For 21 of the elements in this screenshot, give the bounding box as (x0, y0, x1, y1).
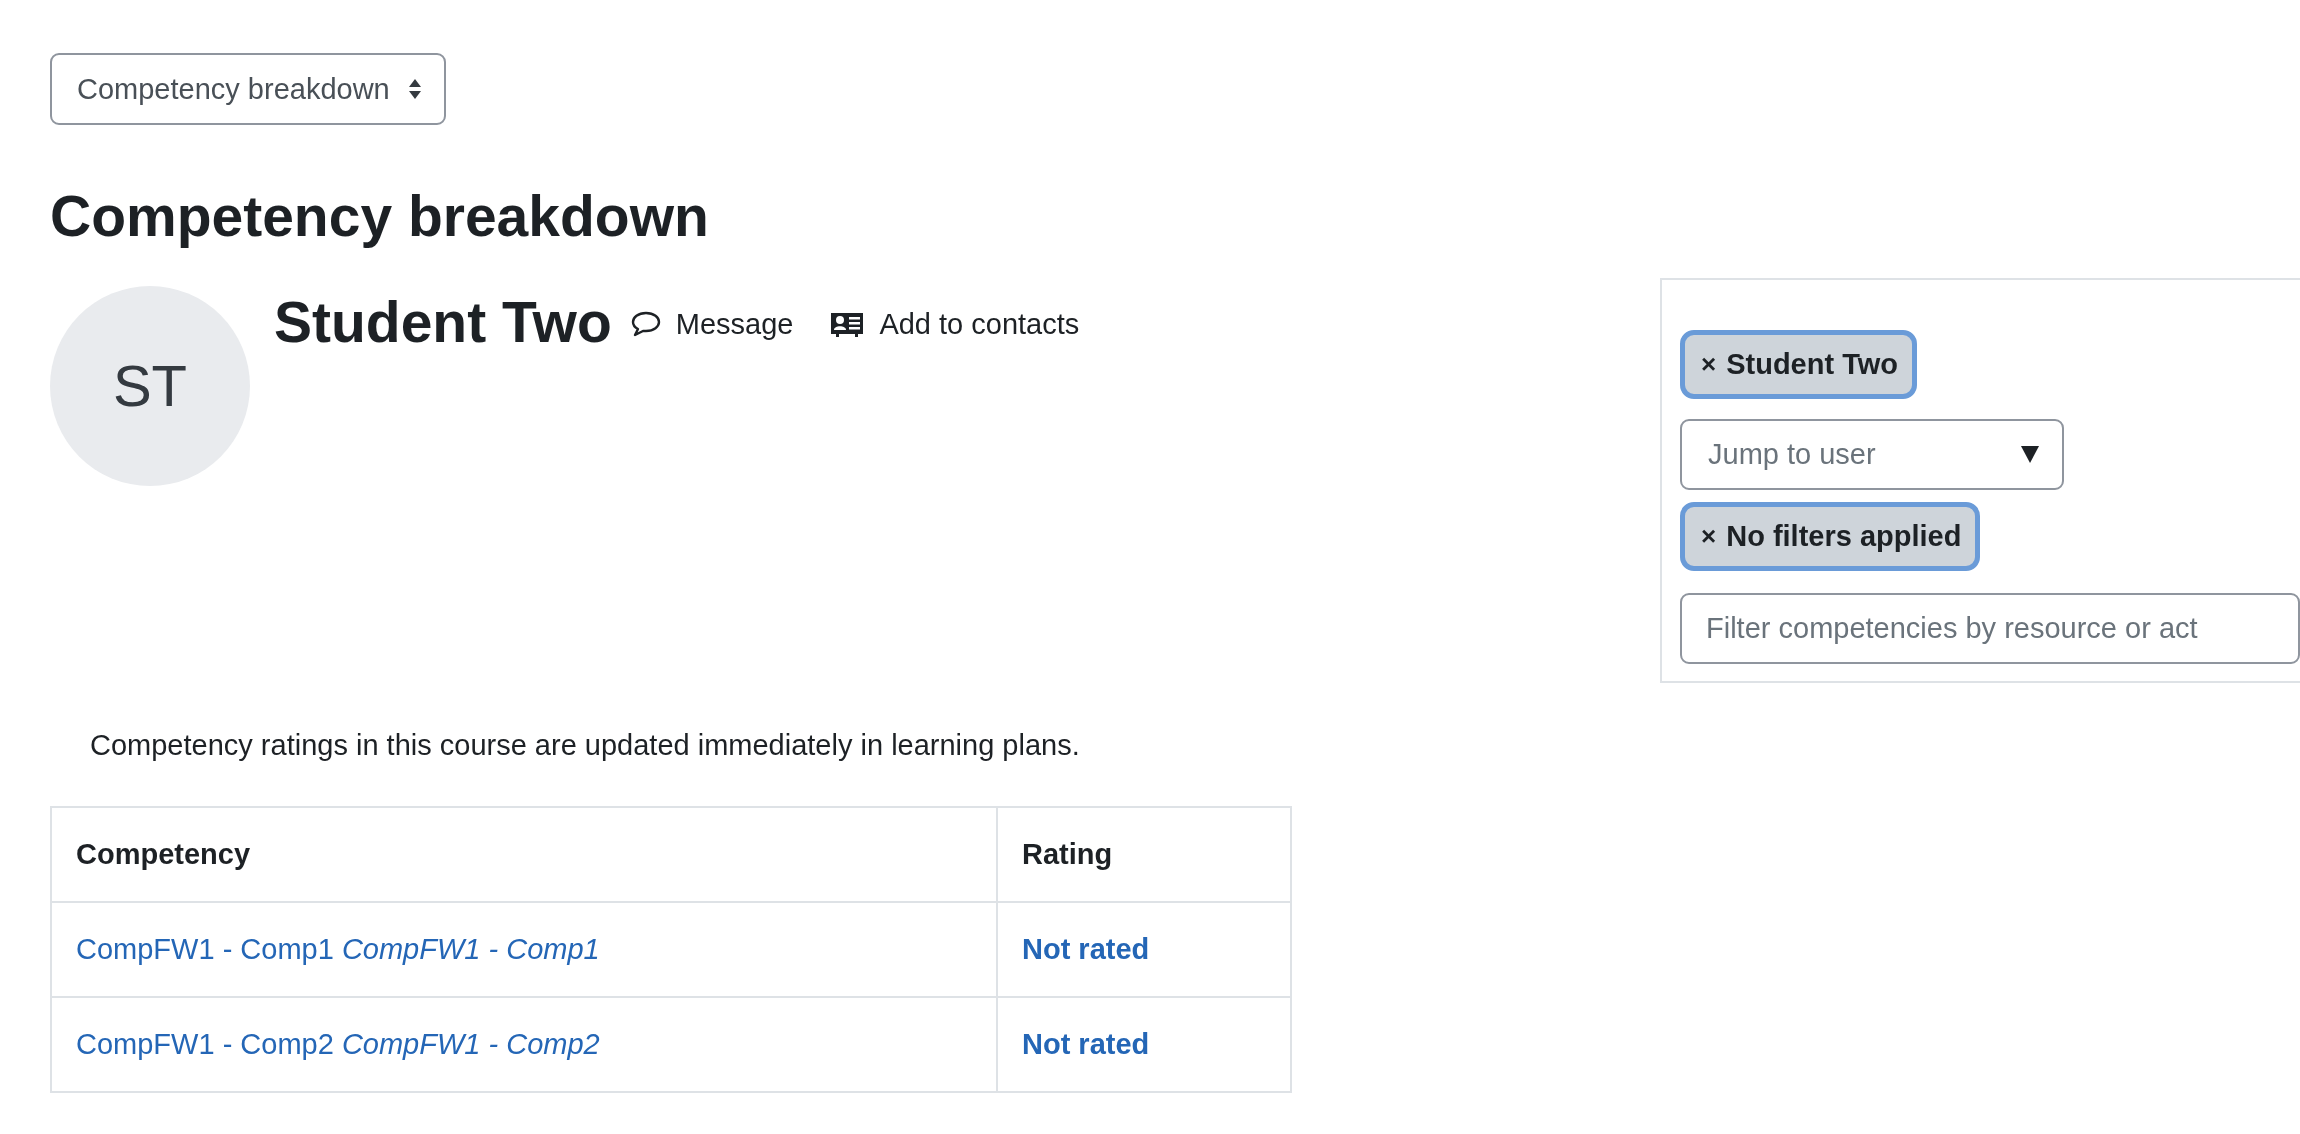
info-text: Competency ratings in this course are updated immediately in learning plans. (90, 728, 1081, 762)
report-select[interactable]: Competency breakdown (50, 53, 446, 125)
contact-card-icon (829, 310, 866, 339)
competency-link[interactable]: CompFW1 - Comp1 CompFW1 - Comp1 (76, 932, 600, 965)
rating-link[interactable]: Not rated (1022, 932, 1150, 965)
filter-chip[interactable]: × Student Two (1680, 329, 1917, 399)
page-heading: Competency breakdown (50, 185, 710, 248)
rating-link[interactable]: Not rated (1022, 1027, 1150, 1060)
caret-icon (2020, 444, 2040, 465)
column-header: Competency (51, 806, 997, 902)
filter-chip[interactable]: × No filters applied (1680, 501, 1981, 571)
user-name: Student Two (274, 293, 612, 351)
competency-link[interactable]: CompFW1 - Comp2 CompFW1 - Comp2 (76, 1027, 600, 1060)
column-header: Rating (997, 806, 1291, 902)
search-field[interactable]: Filter competencies by resource or act (1680, 592, 2300, 664)
message-link[interactable]: Message (629, 307, 794, 341)
user-select[interactable]: Jump to user (1680, 418, 2064, 490)
speech-bubble-icon (629, 310, 662, 339)
sort-icon (407, 78, 422, 100)
user-avatar: ST (50, 285, 250, 486)
add-contact-link[interactable]: Add to contacts (829, 307, 1080, 341)
